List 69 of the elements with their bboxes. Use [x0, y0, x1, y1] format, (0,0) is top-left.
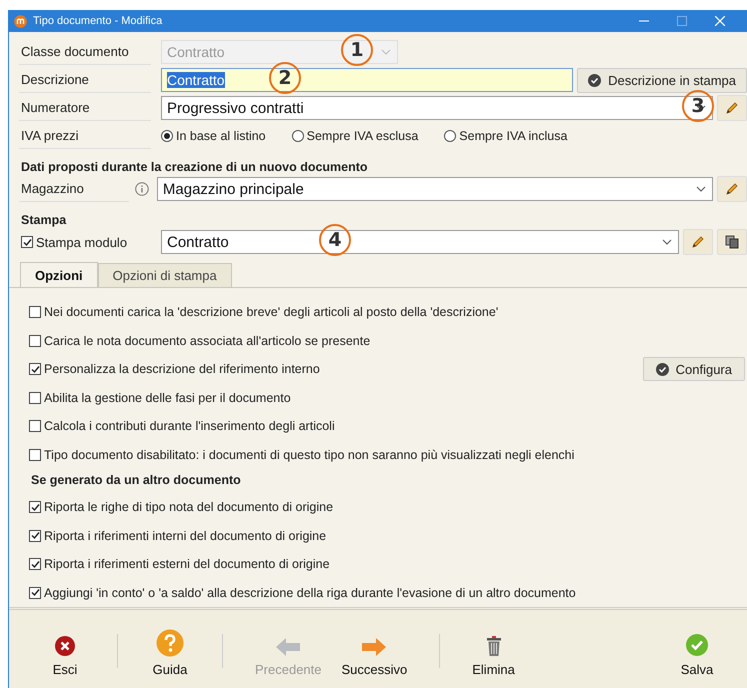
configure-button[interactable]: Configura [642, 357, 745, 382]
checkmark-icon [588, 74, 602, 86]
description-print-button[interactable]: Descrizione in stampa [577, 68, 747, 92]
copy-icon [725, 235, 739, 249]
checkmark-icon [656, 362, 669, 376]
field-label: Classe documento [19, 39, 151, 65]
field-label: Numeratore [19, 95, 151, 121]
section-heading: Stampa [21, 213, 68, 228]
dropdown-caret-icon [696, 186, 706, 192]
field-label: Descrizione [19, 67, 151, 93]
checkbox[interactable] [29, 392, 41, 404]
checkmark-icon [685, 633, 709, 657]
section-heading: Se generato da un altro documento [31, 473, 242, 488]
left-arrow-icon [275, 637, 302, 657]
tab[interactable]: Opzioni di stampa [98, 263, 232, 287]
checkbox-label: Calcola i contributi durante l'inserimento degli articoli [44, 419, 335, 434]
numbered-callout: 1 [341, 34, 373, 66]
field-label: Magazzino [19, 176, 129, 202]
close-button[interactable]: Esci [35, 625, 95, 677]
checkbox-label: Abilita la gestione delle fasi per il documento [44, 390, 291, 405]
help-button[interactable]: Guida [140, 625, 200, 677]
checkbox[interactable] [21, 236, 33, 248]
tab[interactable]: Opzioni [20, 262, 98, 287]
checkbox-label: Nei documenti carica la 'descrizione breve' degli articoli al posto della 'descrizione' [44, 305, 498, 320]
checkbox[interactable] [29, 586, 41, 599]
help-icon [156, 629, 184, 657]
numbered-callout: 3 [682, 90, 714, 122]
next-button[interactable]: Successivo [332, 625, 418, 677]
warehouse-dropdown[interactable]: Magazzino principale [156, 177, 713, 201]
close-icon [54, 635, 76, 657]
checkbox-label: Riporta i riferimenti interni del documento di origine [44, 528, 326, 543]
checkbox[interactable] [29, 448, 41, 461]
checkbox[interactable] [29, 363, 41, 376]
checkbox[interactable] [29, 306, 41, 318]
window-title: Tipo documento - Modifica [33, 15, 162, 27]
save-button[interactable]: Salva [667, 625, 727, 677]
app-icon [14, 14, 27, 28]
delete-button[interactable]: Elimina [462, 625, 525, 677]
info-icon[interactable] [135, 182, 149, 196]
checkbox[interactable] [29, 334, 41, 347]
dropdown-caret-icon [381, 49, 391, 55]
edit-button[interactable] [717, 95, 747, 121]
trash-icon [486, 635, 502, 657]
field-label: IVA prezzi [19, 123, 151, 149]
numbered-callout: 4 [319, 224, 351, 256]
pencil-icon [691, 235, 705, 249]
checkbox-label: Aggiungi 'in conto' o 'a saldo' alla descrizione della riga durante l'evasione di un altro documento [44, 586, 576, 600]
radio-option[interactable]: In base al listino [161, 129, 266, 143]
checkbox-label: Carica le nota documento associata all'articolo se presente [44, 334, 370, 348]
radio-option[interactable]: Sempre IVA esclusa [292, 129, 418, 143]
checkbox-label: Tipo documento disabilitato: i documenti di questo tipo non saranno più visualizzati negli elenchi [44, 448, 574, 462]
checkbox-label: Riporta le righe di tipo nota del documento di origine [44, 500, 334, 514]
pencil-icon [725, 101, 739, 115]
numbered-callout: 2 [269, 62, 301, 94]
right-arrow-icon [361, 637, 388, 657]
checkbox-label: Personalizza la descrizione del riferimento interno [44, 362, 320, 376]
checkbox[interactable] [29, 558, 41, 570]
copy-button[interactable] [717, 229, 747, 255]
edit-button[interactable] [717, 176, 747, 202]
dropdown-caret-icon [662, 239, 672, 245]
checkbox-label: Stampa modulo [36, 234, 128, 252]
radio-option[interactable]: Sempre IVA inclusa [444, 129, 568, 143]
checkbox-label: Riporta i riferimenti esterni del documento di origine [44, 557, 330, 572]
section-heading: Dati proposti durante la creazione di un nuovo documento [21, 160, 369, 175]
checkbox[interactable] [29, 501, 41, 514]
close-icon[interactable] [715, 16, 725, 26]
pencil-icon [725, 182, 739, 196]
checkbox[interactable] [29, 530, 41, 542]
checkbox[interactable] [29, 420, 41, 432]
